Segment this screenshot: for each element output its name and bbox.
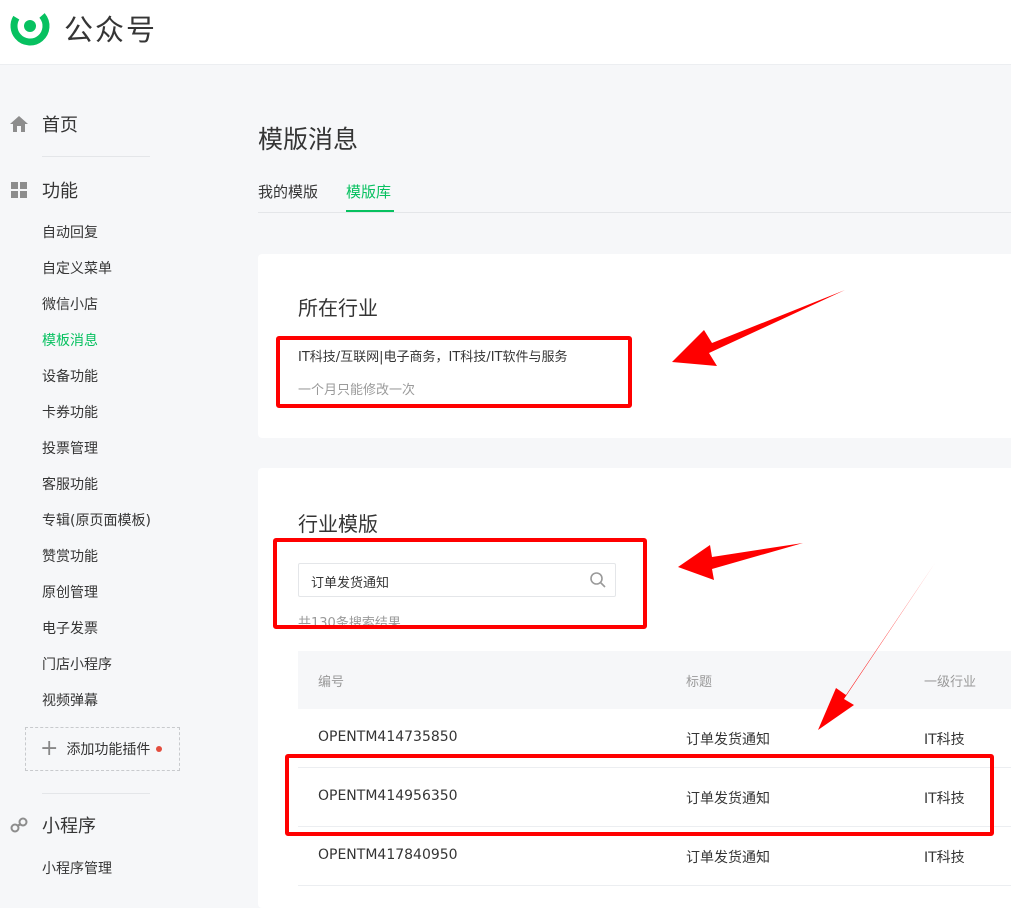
sidebar-item-auto-reply[interactable]: 自动回复 [42, 223, 98, 243]
sidebar-item-home[interactable]: 首页 [8, 109, 78, 139]
sidebar-item-features[interactable]: 功能 [8, 175, 78, 205]
add-plugin-button[interactable]: + 添加功能插件 [25, 727, 180, 771]
page-title: 模版消息 [258, 125, 359, 154]
sidebar-item-label: 小程序 [42, 816, 96, 837]
column-header-title: 标题 [686, 675, 713, 690]
sidebar-item-wechat-shop[interactable]: 微信小店 [42, 295, 98, 315]
sidebar-item-original[interactable]: 原创管理 [42, 583, 98, 603]
sidebar-item-video-danmaku[interactable]: 视频弹幕 [42, 691, 98, 711]
sidebar-item-store-miniprogram[interactable]: 门店小程序 [42, 655, 112, 675]
templates-title: 行业模版 [298, 512, 378, 536]
plus-icon: + [40, 736, 59, 761]
sidebar-item-invoice[interactable]: 电子发票 [42, 619, 98, 639]
sidebar-item-vote[interactable]: 投票管理 [42, 439, 98, 459]
sidebar-item-album[interactable]: 专辑(原页面模板) [42, 511, 151, 531]
brand-name[interactable]: 公众号 [64, 7, 157, 49]
cell-title: 订单发货通知 [686, 732, 770, 748]
annotation-box-industry [276, 336, 632, 408]
sidebar-item-reward[interactable]: 赞赏功能 [42, 547, 98, 567]
sidebar-item-customer-service[interactable]: 客服功能 [42, 475, 98, 495]
sidebar-item-coupon[interactable]: 卡券功能 [42, 403, 98, 423]
table-header: 编号 标题 一级行业 [298, 651, 1011, 709]
annotation-box-row [285, 754, 994, 836]
column-header-industry: 一级行业 [924, 675, 977, 690]
top-header: 公众号 [0, 0, 1011, 65]
divider [42, 793, 150, 794]
sidebar-item-device[interactable]: 设备功能 [42, 367, 98, 387]
sidebar-item-label: 首页 [42, 115, 78, 136]
grid-icon [8, 179, 30, 201]
sidebar-item-template-message[interactable]: 模板消息 [42, 331, 98, 351]
link-icon [8, 814, 30, 836]
tab-my-templates[interactable]: 我的模版 [258, 181, 318, 202]
tab-bar: 我的模版 模版库 [258, 172, 1011, 213]
industry-title: 所在行业 [298, 296, 378, 320]
add-plugin-label: 添加功能插件 [66, 742, 151, 758]
tab-template-library[interactable]: 模版库 [346, 181, 391, 202]
cell-id: OPENTM417840950 [318, 847, 458, 863]
annotation-box-search [273, 538, 647, 629]
active-tab-indicator [346, 210, 394, 212]
sidebar-item-miniprogram[interactable]: 小程序 [8, 810, 96, 840]
cell-id: OPENTM414735850 [318, 729, 458, 745]
home-icon [8, 113, 30, 135]
cell-industry: IT科技 [924, 850, 965, 866]
divider [42, 156, 150, 157]
sidebar-item-miniprogram-manage[interactable]: 小程序管理 [42, 859, 112, 879]
sidebar-item-label: 功能 [42, 181, 78, 202]
cell-industry: IT科技 [924, 732, 965, 748]
cell-title: 订单发货通知 [686, 850, 770, 866]
wechat-official-account-logo-icon[interactable] [8, 4, 52, 48]
notification-dot [156, 746, 163, 752]
industry-templates-card: 行业模版 共130条搜索结果 编号 标题 一级行业 OPENTM41473585… [258, 468, 1011, 908]
sidebar-item-custom-menu[interactable]: 自定义菜单 [42, 259, 112, 279]
sidebar: 首页 功能 自动回复 自定义菜单 微信小店 模板消息 设备功能 卡券功能 投票管… [0, 65, 240, 891]
column-header-id: 编号 [318, 675, 345, 690]
